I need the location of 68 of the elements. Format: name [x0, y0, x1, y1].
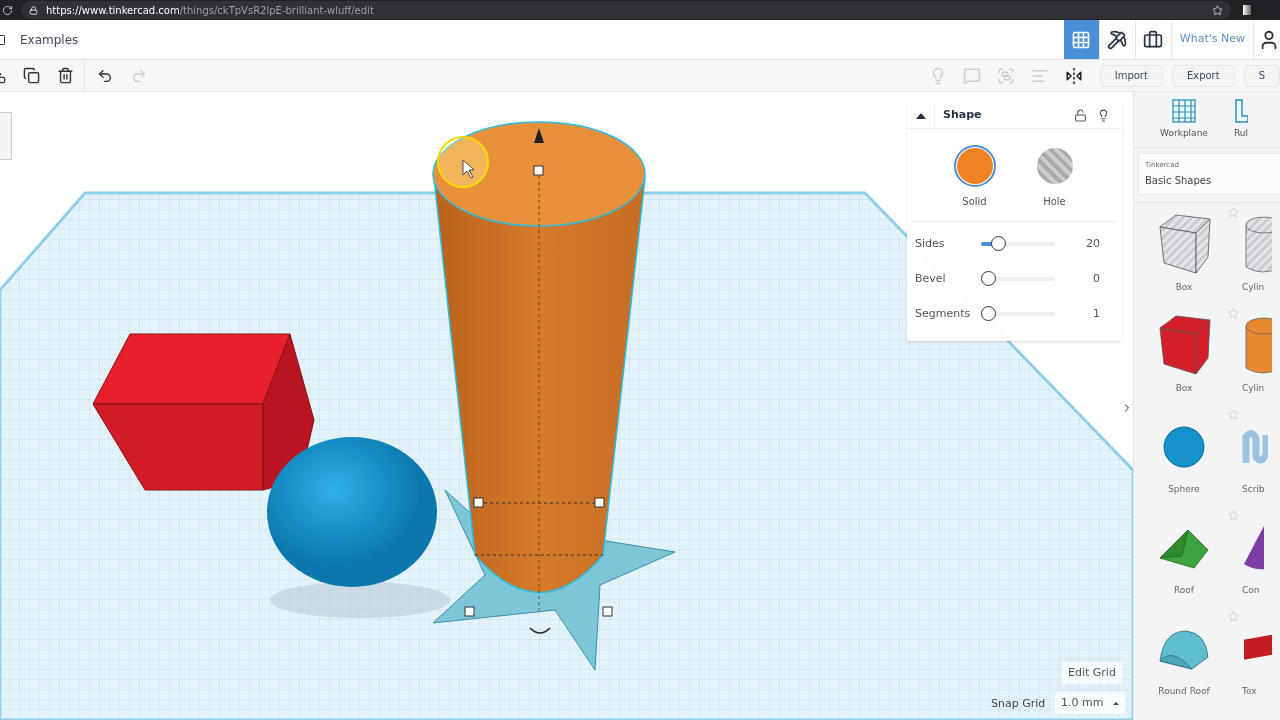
- round-roof-icon: [1158, 627, 1210, 671]
- shape-tile[interactable]: Cylin: [1242, 215, 1280, 297]
- edit-grid-button[interactable]: Edit Grid: [1062, 662, 1122, 684]
- sphere-icon: [1162, 425, 1206, 469]
- shape-tile[interactable]: Tex: [1242, 619, 1280, 701]
- cone-icon: [1242, 524, 1264, 572]
- extension-icon[interactable]: [1243, 5, 1251, 15]
- slider-thumb[interactable]: [981, 306, 996, 321]
- favorite-star-icon[interactable]: [1228, 611, 1239, 622]
- param-slider[interactable]: [981, 236, 1055, 252]
- box-icon: [1156, 314, 1212, 378]
- panel-title: Shape: [943, 107, 982, 124]
- workplane-tool[interactable]: Workplane: [1134, 92, 1234, 147]
- lightbulb-icon[interactable]: [1097, 109, 1110, 122]
- shape-type-option[interactable]: Solid: [954, 145, 995, 209]
- workplane-icon: [1171, 98, 1197, 125]
- param-label: Bevel: [915, 270, 947, 287]
- param-label: Sides: [915, 235, 946, 252]
- snap-grid-select[interactable]: 1.0 mm: [1055, 692, 1125, 714]
- pickaxe-icon: [1107, 29, 1128, 50]
- param-slider[interactable]: [981, 306, 1055, 322]
- view-toggle[interactable]: [1063, 20, 1100, 59]
- shape-tile[interactable]: Round Roof: [1142, 619, 1226, 701]
- slider-thumb[interactable]: [981, 271, 996, 286]
- favorite-star-icon[interactable]: [1228, 409, 1239, 420]
- shape-tile[interactable]: Box: [1142, 316, 1226, 398]
- address-bar[interactable]: https://www.tinkercad.com/things/ckTpVsR2lpE-brilliant-wluff/edit: [21, 1, 1231, 19]
- param-value: 20: [1086, 235, 1100, 252]
- toolbar-button[interactable]: Import: [1099, 64, 1163, 87]
- page-title: Examples: [20, 31, 79, 49]
- shape-tile[interactable]: Roof: [1142, 518, 1226, 600]
- note-icon: [962, 66, 981, 85]
- favorite-star-icon[interactable]: [1228, 510, 1239, 521]
- solid-swatch: [953, 145, 996, 187]
- snap-grid-label: Snap Grid: [991, 696, 1046, 712]
- shape-tile[interactable]: Cylin: [1242, 316, 1280, 398]
- duplicate-icon[interactable]: [23, 67, 40, 84]
- reload-icon[interactable]: [2, 4, 13, 16]
- favorite-star-icon[interactable]: [1228, 207, 1239, 218]
- shape-tile[interactable]: Sphere: [1142, 417, 1226, 499]
- toolbar-button[interactable]: Export: [1171, 64, 1235, 87]
- shape-tile[interactable]: Scrib: [1242, 417, 1280, 499]
- url-text: https://www.tinkercad.com/things/ckTpVsR2lpE-brilliant-wluff/edit: [46, 3, 374, 18]
- bookmark-icon[interactable]: [1212, 4, 1223, 16]
- undo-icon[interactable]: [97, 67, 113, 84]
- delete-icon[interactable]: [57, 67, 74, 84]
- param-value: 1: [1093, 305, 1100, 322]
- param-value: 0: [1093, 270, 1100, 287]
- slider-thumb[interactable]: [991, 236, 1006, 251]
- favorite-star-icon[interactable]: [1228, 308, 1239, 319]
- group-icon: [996, 66, 1015, 85]
- param-slider[interactable]: [981, 271, 1055, 287]
- param-label: Segments: [915, 305, 972, 322]
- caret-icon: [915, 112, 926, 119]
- workplane-tool[interactable]: Rul: [1234, 92, 1270, 147]
- toolbar-button[interactable]: S: [1243, 64, 1280, 87]
- scribble-icon: [1242, 427, 1268, 467]
- lock-icon[interactable]: [1074, 109, 1087, 122]
- grid-icon: [1071, 29, 1092, 50]
- mirror-icon: [1064, 66, 1083, 85]
- shape-tile[interactable]: Box: [1142, 215, 1226, 297]
- box-icon: [1156, 213, 1212, 277]
- whats-new-link[interactable]: What's New: [1171, 20, 1254, 59]
- ruler-icon: [1234, 98, 1248, 125]
- lock-icon: [29, 5, 38, 15]
- shape-type-option[interactable]: Hole: [1034, 145, 1075, 209]
- caret-icon: [1113, 701, 1119, 705]
- shape-tile[interactable]: Con: [1242, 518, 1280, 600]
